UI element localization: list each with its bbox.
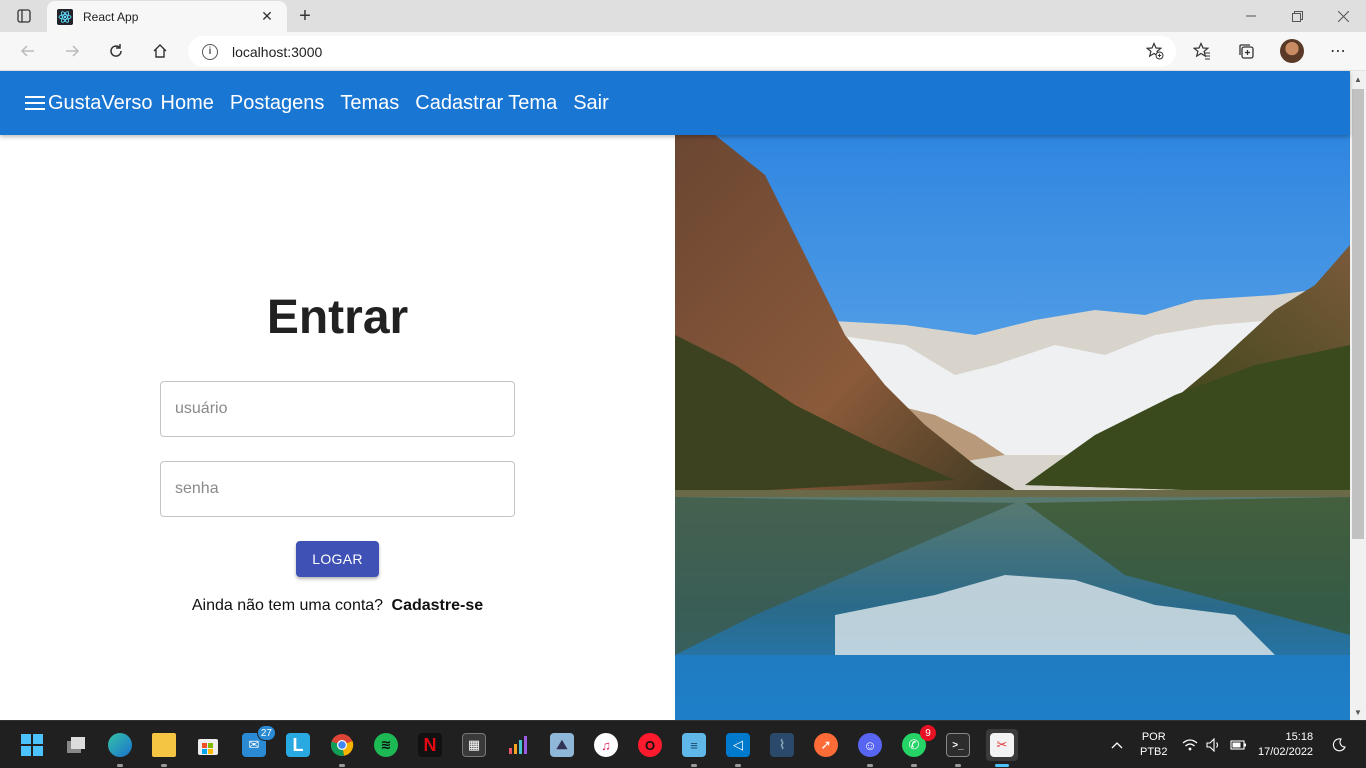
file-explorer-icon[interactable] <box>148 729 180 767</box>
more-options-icon[interactable]: ⋯ <box>1323 36 1353 66</box>
browser-tab-strip: React App ✕ + <box>0 0 1366 32</box>
nav-link-temas[interactable]: Temas <box>340 92 399 115</box>
windows-start-icon[interactable] <box>16 729 48 761</box>
nav-link-home[interactable]: Home <box>161 92 214 115</box>
clock-time: 15:18 <box>1285 731 1314 743</box>
spotify-icon[interactable]: ≋ <box>370 729 402 761</box>
scroll-up-icon[interactable]: ▲ <box>1350 71 1366 87</box>
close-window-button[interactable] <box>1320 0 1366 32</box>
home-icon[interactable] <box>145 36 175 66</box>
profile-avatar[interactable] <box>1277 36 1307 66</box>
discord-icon[interactable]: ☺ <box>854 729 886 767</box>
tab-actions-icon[interactable] <box>8 4 40 28</box>
deezer-icon[interactable] <box>502 729 534 761</box>
lang-top: POR <box>1141 731 1166 743</box>
login-title: Entrar <box>266 291 409 344</box>
snipping-tool-icon[interactable]: ✂ <box>986 729 1018 767</box>
browser-toolbar: i localhost:3000 ⋯ <box>0 32 1366 71</box>
login-panel: Entrar LOGAR Ainda não tem uma conta? Ca… <box>0 135 675 720</box>
windows-taskbar: ✉ 27 L ≋ N ▦ ⛰ ♫ O ≡ ◁ ⌇ ➚ ☺ ✆ 9 >_ ✂ PO… <box>0 720 1366 768</box>
language-indicator[interactable]: POR PTB2 <box>1140 721 1168 768</box>
scrollbar-thumb[interactable] <box>1352 89 1364 539</box>
tab-title: React App <box>83 9 139 24</box>
username-field[interactable] <box>160 381 515 437</box>
brand-title[interactable]: GustaVerso <box>48 92 153 115</box>
battery-icon[interactable] <box>1230 721 1248 768</box>
whatsapp-icon[interactable]: ✆ 9 <box>898 725 936 767</box>
volume-icon[interactable] <box>1206 721 1222 768</box>
address-bar[interactable]: i localhost:3000 <box>188 36 1176 67</box>
scroll-down-icon[interactable]: ▼ <box>1350 704 1366 720</box>
restore-button[interactable] <box>1274 0 1320 32</box>
password-input[interactable] <box>161 462 514 516</box>
lang-bottom: PTB2 <box>1140 746 1168 758</box>
netflix-icon[interactable]: N <box>414 729 446 761</box>
signup-text: Ainda não tem uma conta? <box>191 597 384 614</box>
clock[interactable]: 15:18 17/02/2022 <box>1258 721 1313 768</box>
minimize-button[interactable] <box>1228 0 1274 32</box>
mysql-workbench-icon[interactable]: ⌇ <box>766 729 798 761</box>
itunes-icon[interactable]: ♫ <box>590 729 622 761</box>
nav-link-cadastrar-tema[interactable]: Cadastrar Tema <box>415 92 557 115</box>
nav-link-postagens[interactable]: Postagens <box>230 92 325 115</box>
close-tab-icon[interactable]: ✕ <box>257 7 277 27</box>
react-icon <box>57 8 73 25</box>
nav-link-sair[interactable]: Sair <box>573 92 609 115</box>
menu-icon[interactable] <box>24 94 46 112</box>
back-icon[interactable] <box>13 36 43 66</box>
new-tab-button[interactable]: + <box>292 4 318 28</box>
landscape-image <box>675 135 1350 720</box>
mail-icon[interactable]: ✉ 27 <box>238 725 276 761</box>
task-view-icon[interactable] <box>60 729 92 761</box>
favorites-icon[interactable] <box>1187 36 1217 66</box>
vscode-icon[interactable]: ◁ <box>722 729 754 767</box>
clock-date: 17/02/2022 <box>1258 746 1314 758</box>
refresh-icon[interactable] <box>101 36 131 66</box>
show-hidden-icons[interactable] <box>1110 721 1124 768</box>
signup-link[interactable]: Cadastre-se <box>392 597 484 614</box>
add-favorite-icon[interactable] <box>1145 42 1164 65</box>
store-icon[interactable] <box>192 729 224 761</box>
password-field[interactable] <box>160 461 515 517</box>
app-navbar: GustaVerso Home Postagens Temas Cadastra… <box>0 71 1350 135</box>
login-button[interactable]: LOGAR <box>296 541 379 577</box>
browser-tab[interactable]: React App ✕ <box>47 1 287 32</box>
opera-icon[interactable]: O <box>634 729 666 761</box>
signup-prompt: Ainda não tem uma conta? Cadastre-se <box>0 597 675 615</box>
photos-icon[interactable]: ⛰ <box>546 729 578 761</box>
collections-icon[interactable] <box>1231 36 1261 66</box>
postman-icon[interactable]: ➚ <box>810 729 842 761</box>
chrome-icon[interactable] <box>326 729 358 767</box>
terminal-icon[interactable]: >_ <box>942 729 974 767</box>
wifi-icon[interactable] <box>1182 721 1198 768</box>
focus-assist-icon[interactable] <box>1332 721 1346 768</box>
url-text: localhost:3000 <box>232 43 323 60</box>
notepad-icon[interactable]: ≡ <box>678 729 710 767</box>
site-info-icon[interactable]: i <box>202 43 218 60</box>
mail-badge: 27 <box>256 725 276 741</box>
username-input[interactable] <box>161 382 514 436</box>
edge-icon[interactable] <box>104 729 136 767</box>
forward-icon[interactable] <box>57 36 87 66</box>
calculator-icon[interactable]: ▦ <box>458 729 490 761</box>
page-scrollbar[interactable]: ▲ ▼ <box>1350 71 1366 720</box>
l-app-icon[interactable]: L <box>282 729 314 761</box>
whatsapp-badge: 9 <box>920 725 936 741</box>
